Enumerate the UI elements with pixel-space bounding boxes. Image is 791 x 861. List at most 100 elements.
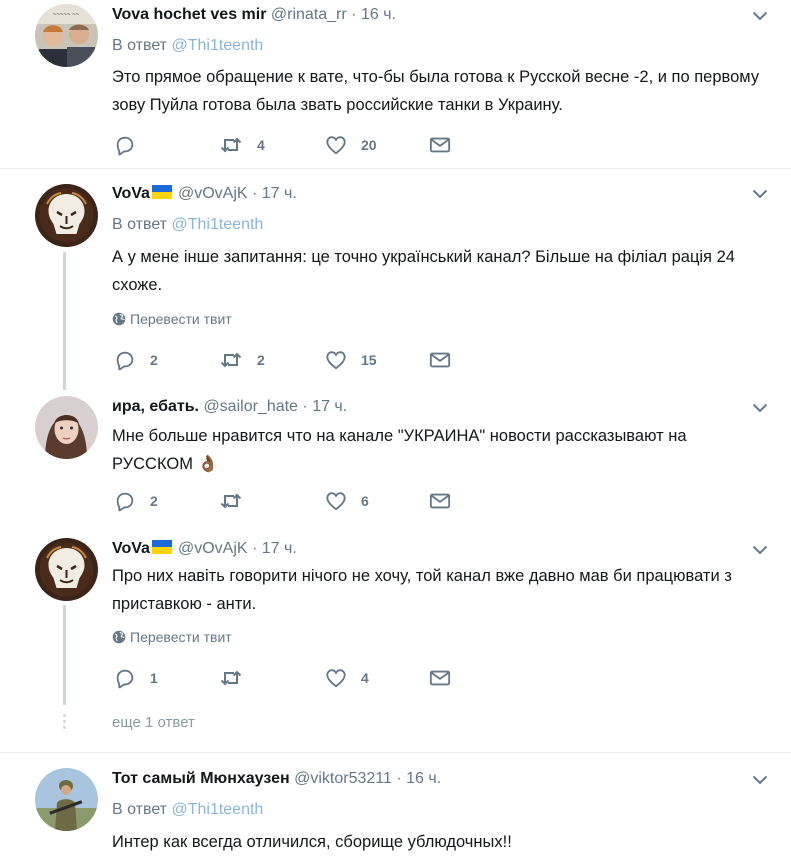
reply-prefix: В ответ <box>112 216 168 233</box>
retweet-icon <box>219 348 243 372</box>
avatar[interactable] <box>35 768 98 831</box>
separator-dot: · <box>302 398 308 415</box>
retweet-icon <box>219 666 243 690</box>
show-more-replies[interactable]: еще 1 ответ <box>112 714 195 731</box>
retweet-button[interactable] <box>219 666 257 690</box>
separator-dot: · <box>396 770 402 787</box>
author-name[interactable]: Vova hochet ves mir <box>112 6 266 23</box>
chevron-down-icon[interactable] <box>752 402 768 414</box>
like-count: 4 <box>361 670 369 686</box>
author-handle[interactable]: @rinata_rr <box>271 6 347 23</box>
chevron-down-icon[interactable] <box>752 10 768 22</box>
reply-prefix: В ответ <box>112 801 168 818</box>
author-handle[interactable]: @viktor53211 <box>294 770 392 787</box>
author-name[interactable]: VoVa <box>112 540 150 557</box>
message-button[interactable] <box>429 348 451 372</box>
like-icon <box>325 667 347 689</box>
chevron-down-icon[interactable] <box>752 544 768 556</box>
tweet-time[interactable]: 17 ч. <box>262 540 297 557</box>
reply-count: 2 <box>150 493 158 509</box>
avatar[interactable]: ~~~~~ ~~ <box>35 4 98 67</box>
author-name[interactable]: VoVa <box>112 185 150 202</box>
author-name[interactable]: Тот самый Мюнхаузен <box>112 770 290 787</box>
author-handle[interactable]: @sailor_hate <box>203 398 298 415</box>
tweet-time[interactable]: 17 ч. <box>262 185 297 202</box>
ukraine-flag-icon <box>152 185 172 199</box>
tweet-text: Мне больше нравится что на канале "УКРАИ… <box>112 422 772 478</box>
tweet-actions: 2 6 <box>112 489 512 513</box>
like-icon <box>325 490 347 512</box>
divider <box>0 752 791 753</box>
message-icon <box>429 134 451 156</box>
reply-icon <box>114 490 136 512</box>
separator-dot: · <box>252 185 258 202</box>
reply-to-link[interactable]: @Thi1teenth <box>171 801 263 818</box>
thread-line <box>63 605 66 705</box>
like-count: 6 <box>361 493 369 509</box>
retweet-button[interactable]: 4 <box>219 133 265 157</box>
message-button[interactable] <box>429 133 451 157</box>
tweet-text: А у мене інше запитання: це точно україн… <box>112 248 735 294</box>
tweet-text: Интер как всегда отличился, сборище ублю… <box>112 833 512 851</box>
like-icon <box>325 349 347 371</box>
like-button[interactable]: 4 <box>325 666 369 690</box>
like-button[interactable]: 15 <box>325 348 377 372</box>
tweet-time[interactable]: 16 ч. <box>406 770 441 787</box>
globe-icon <box>112 312 126 326</box>
message-icon <box>429 490 451 512</box>
translate-link[interactable]: Перевести твит <box>112 628 232 646</box>
svg-text:~~~~~ ~~: ~~~~~ ~~ <box>53 12 80 18</box>
reply-button[interactable] <box>114 133 150 157</box>
globe-icon <box>112 630 126 644</box>
retweet-count: 4 <box>257 137 265 153</box>
author-handle[interactable]: @vOvAjK <box>178 540 248 557</box>
tweet-text: Это прямое обращение к вате, что-бы была… <box>112 68 760 114</box>
tweet-actions: 1 4 <box>112 666 512 690</box>
reply-context: В ответ @Thi1teenth <box>112 215 263 235</box>
avatar[interactable] <box>35 538 98 601</box>
chevron-down-icon[interactable] <box>752 188 768 200</box>
reply-icon <box>114 667 136 689</box>
thread-line <box>63 252 66 390</box>
message-button[interactable] <box>429 489 451 513</box>
reply-context: В ответ @Thi1teenth <box>112 36 263 56</box>
reply-icon <box>114 134 136 156</box>
reply-button[interactable]: 2 <box>114 489 158 513</box>
retweet-icon <box>219 489 243 513</box>
reply-count: 1 <box>150 670 158 686</box>
retweet-icon <box>219 133 243 157</box>
divider <box>0 168 791 169</box>
retweet-button[interactable]: 2 <box>219 348 265 372</box>
ukraine-flag-icon <box>152 540 172 554</box>
like-icon <box>325 134 347 156</box>
retweet-count: 2 <box>257 352 265 368</box>
chevron-down-icon[interactable] <box>752 774 768 786</box>
reply-button[interactable]: 2 <box>114 348 158 372</box>
reply-prefix: В ответ <box>112 37 168 54</box>
tweet-time[interactable]: 17 ч. <box>312 398 347 415</box>
message-icon <box>429 349 451 371</box>
like-count: 15 <box>361 352 377 368</box>
retweet-button[interactable] <box>219 489 257 513</box>
tweet-text: Про них навіть говорити нічого не хочу, … <box>112 567 732 613</box>
reply-to-link[interactable]: @Thi1teenth <box>171 37 263 54</box>
reply-button[interactable]: 1 <box>114 666 158 690</box>
tweet-actions: 2 2 15 <box>112 348 512 372</box>
like-count: 20 <box>361 137 377 153</box>
author-name[interactable]: ира, ебать. <box>112 398 199 415</box>
like-button[interactable]: 20 <box>325 133 377 157</box>
translate-link[interactable]: Перевести твит <box>112 310 232 328</box>
message-icon <box>429 667 451 689</box>
like-button[interactable]: 6 <box>325 489 369 513</box>
avatar[interactable] <box>35 184 98 247</box>
message-button[interactable] <box>429 666 451 690</box>
separator-dot: · <box>252 540 258 557</box>
tweet-time[interactable]: 16 ч. <box>361 6 396 23</box>
ok-hand-emoji: 👌🏾 <box>197 455 219 473</box>
translate-label: Перевести твит <box>130 629 232 645</box>
tweet-actions: 4 20 <box>112 133 512 157</box>
reply-icon <box>114 349 136 371</box>
reply-to-link[interactable]: @Thi1teenth <box>171 216 263 233</box>
author-handle[interactable]: @vOvAjK <box>178 185 248 202</box>
avatar[interactable] <box>35 396 98 459</box>
